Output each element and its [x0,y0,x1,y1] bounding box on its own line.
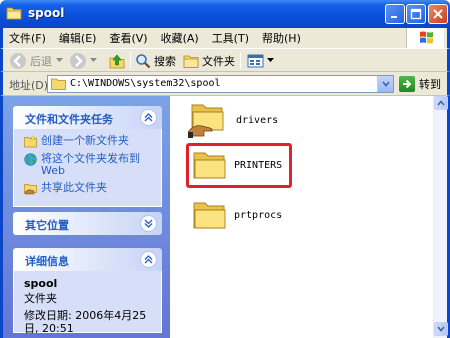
file-folder-tasks-title: 文件和文件夹任务 [25,113,113,126]
details-header[interactable]: 详细信息 [13,248,162,271]
chevron-up-icon [144,255,153,264]
task-new-folder[interactable]: 创建一个新文件夹 [24,135,155,148]
chevron-down-icon [381,81,390,87]
share-folder-icon [24,184,37,195]
collapse-button[interactable] [140,109,157,126]
minimize-button[interactable] [385,4,405,24]
toolbar: 后退 搜索 文件夹 [0,48,450,72]
chevron-down-icon [144,219,153,228]
address-label: 地址(D) [9,79,49,92]
scroll-up-button[interactable] [434,96,448,110]
menu-favorites[interactable]: 收藏(A) [161,30,199,46]
close-icon [433,9,443,19]
folder-name: drivers [236,114,279,126]
chevron-down-icon [90,58,97,62]
go-button[interactable]: 转到 [399,76,441,92]
folder-item[interactable]: prtprocs [192,198,282,232]
address-input[interactable]: C:\WINDOWS\system32\spool [47,75,394,93]
task-new-folder-label: 创建一个新文件夹 [41,134,129,147]
windows-flag-icon [420,31,433,44]
menu-tools[interactable]: 工具(T) [212,30,249,46]
task-share-folder[interactable]: 共享此文件夹 [24,182,155,195]
other-places-title: 其它位置 [25,219,69,232]
task-pane: 文件和文件夹任务 创建一个新文件夹 将这个文件夹发布到 Web 共享此文件夹 其… [3,96,170,338]
chevron-down-icon [56,58,63,62]
windows-logo [406,28,444,48]
maximize-icon [410,8,422,20]
close-button[interactable] [428,4,448,24]
go-arrow-icon [399,76,415,92]
chevron-up-icon [437,100,445,106]
folder-icon [193,152,226,179]
back-button[interactable]: 后退 [9,51,63,70]
folder-icon [6,7,22,20]
file-folder-tasks-body: 创建一个新文件夹 将这个文件夹发布到 Web 共享此文件夹 [13,129,162,207]
folder-icon [193,202,226,229]
task-publish-web[interactable]: 将这个文件夹发布到 Web [24,153,155,177]
chevron-down-icon [437,326,445,332]
scroll-down-button[interactable] [434,322,448,336]
search-icon [136,53,151,68]
collapse-button[interactable] [140,251,157,268]
chevron-up-icon [144,113,153,122]
address-dropdown-button[interactable] [377,76,393,92]
views-icon [247,54,264,67]
details-panel: 详细信息 spool 文件夹 修改日期: 2006年4月25日, 20:51 [13,248,162,335]
vertical-scrollbar[interactable] [433,96,448,338]
folder-up-icon [109,54,125,68]
toolbar-separator [240,52,241,69]
title-bar: spool [0,0,450,28]
other-places-header[interactable]: 其它位置 [13,212,162,235]
menu-bar: 文件(F) 编辑(E) 查看(V) 收藏(A) 工具(T) 帮助(H) [0,28,450,48]
folder-icon [51,78,66,90]
folder-name: prtprocs [234,209,283,221]
menu-help[interactable]: 帮助(H) [262,30,301,46]
menu-edit[interactable]: 编辑(E) [59,30,97,46]
back-label: 后退 [30,54,52,68]
address-value: C:\WINDOWS\system32\spool [70,78,221,89]
details-modified-date: 修改日期: 2006年4月25日, 20:51 [24,309,147,335]
views-button[interactable] [247,51,274,70]
expand-button[interactable] [140,215,157,232]
back-arrow-icon [10,52,26,69]
folder-item[interactable]: PRINTERS [192,148,282,182]
folders-icon [183,55,199,68]
folders-button[interactable]: 文件夹 [183,51,235,70]
forward-arrow-icon [70,52,86,69]
details-name: spool [24,277,58,290]
folder-contents: drivers PRINTERS prtprocs [170,96,433,338]
folder-item[interactable]: drivers [188,102,278,138]
globe-icon [24,153,37,166]
address-bar: 地址(D) C:\WINDOWS\system32\spool 转到 [0,72,450,96]
minimize-icon [391,16,397,18]
window-title: spool [28,6,65,20]
file-folder-tasks-panel: 文件和文件夹任务 创建一个新文件夹 将这个文件夹发布到 Web 共享此文件夹 [13,106,162,207]
other-places-panel: 其它位置 [13,212,162,235]
folders-label: 文件夹 [202,54,235,68]
search-button[interactable]: 搜索 [135,51,176,70]
search-label: 搜索 [154,54,176,68]
details-type: 文件夹 [24,292,57,305]
menu-file[interactable]: 文件(F) [9,30,46,46]
new-folder-icon [24,135,37,148]
file-folder-tasks-header[interactable]: 文件和文件夹任务 [13,106,162,129]
shared-folder-icon [188,104,224,138]
maximize-button[interactable] [406,4,426,24]
chevron-down-icon [267,58,274,62]
menu-view[interactable]: 查看(V) [109,30,147,46]
details-title: 详细信息 [25,255,69,268]
task-publish-web-label: 将这个文件夹发布到 Web [41,152,140,177]
toolbar-separator [130,52,131,69]
forward-button[interactable] [69,51,97,70]
go-label: 转到 [419,78,441,91]
details-body: spool 文件夹 修改日期: 2006年4月25日, 20:51 [13,271,162,335]
folder-name: PRINTERS [234,159,283,171]
up-button[interactable] [108,51,126,70]
task-share-folder-label: 共享此文件夹 [41,181,107,194]
